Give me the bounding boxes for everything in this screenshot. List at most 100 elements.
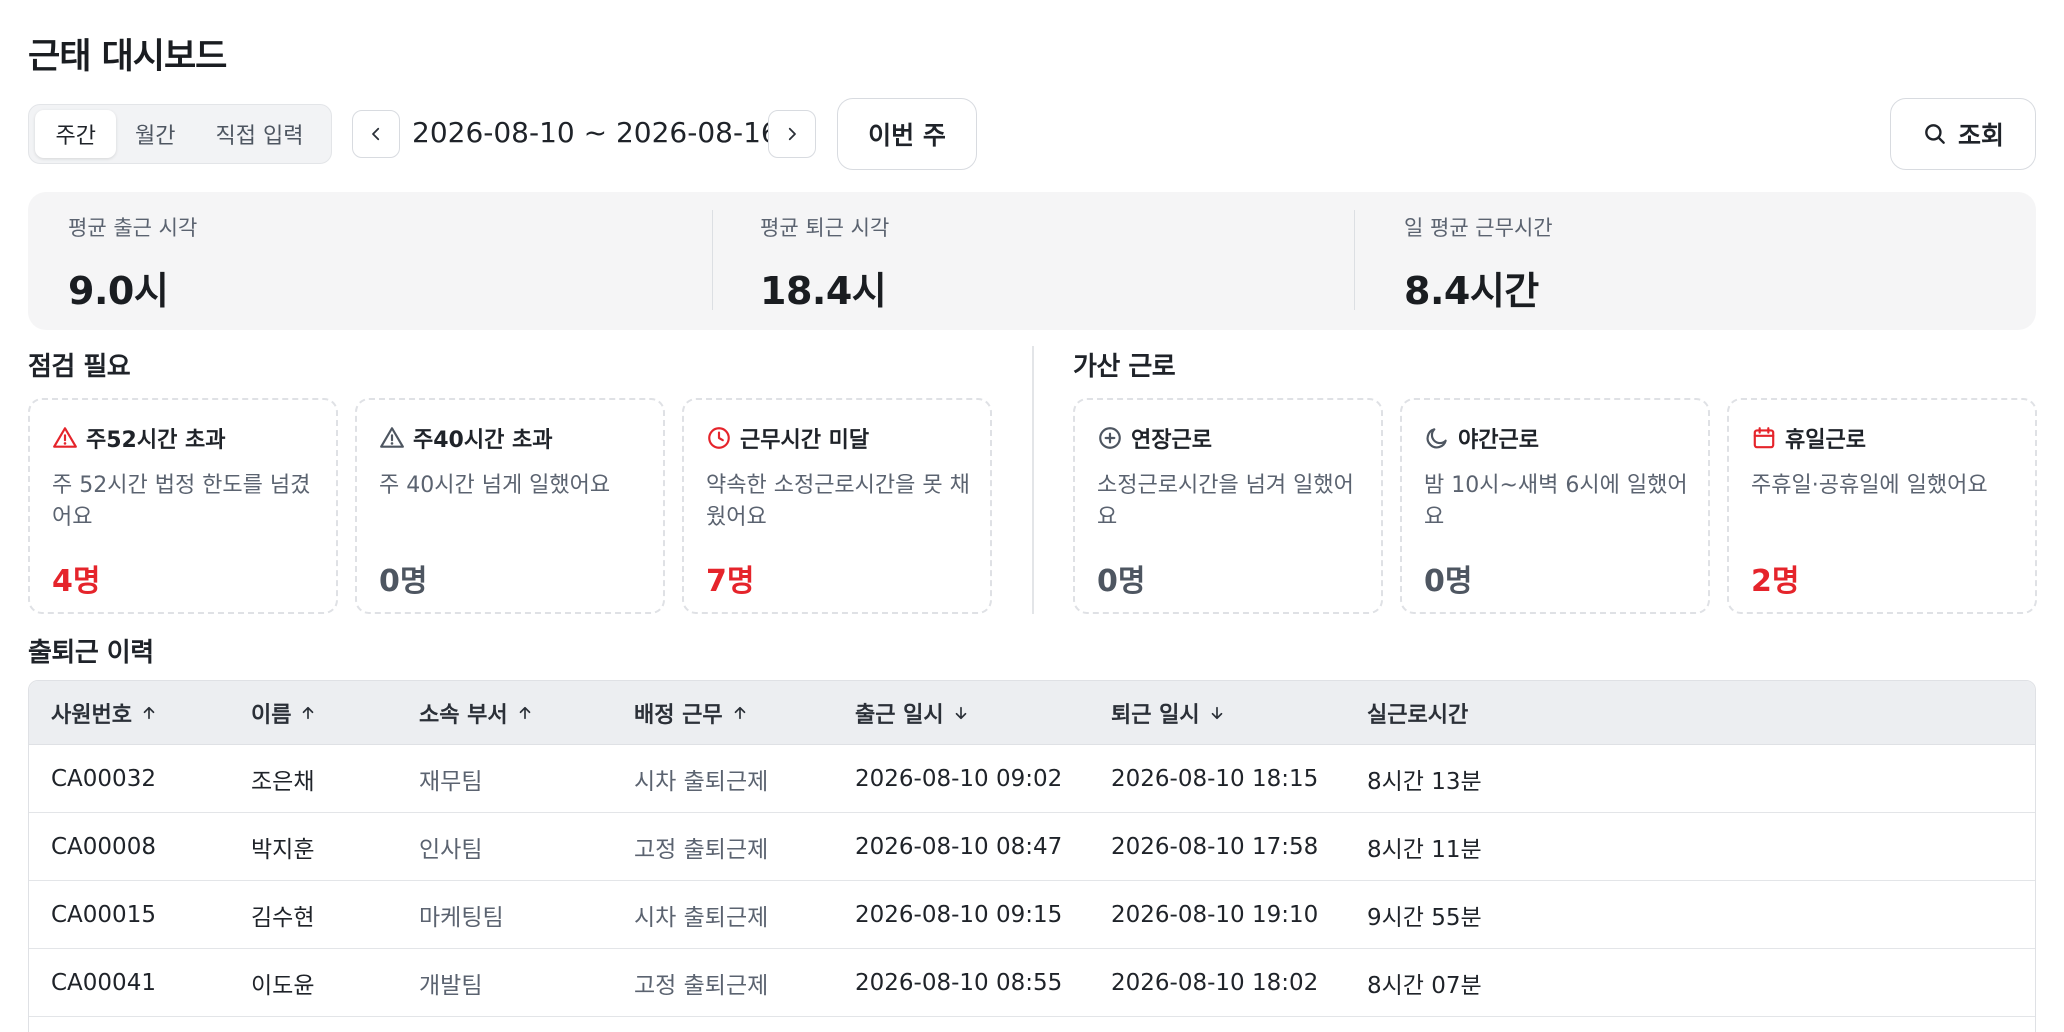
divider xyxy=(712,210,713,310)
divider xyxy=(1354,210,1355,310)
period-tabs: 주간 월간 직접 입력 xyxy=(28,104,332,164)
column-label: 소속 부서 xyxy=(419,702,508,728)
this-week-button[interactable]: 이번 주 xyxy=(837,98,977,170)
cell-department: 재무팀 xyxy=(419,768,483,795)
cell-name: 박지훈 xyxy=(251,836,315,863)
metric-label: 평균 퇴근 시각 xyxy=(760,216,890,240)
next-week-button[interactable] xyxy=(768,110,816,158)
calendar-icon xyxy=(1753,427,1775,449)
clock-icon xyxy=(708,427,730,449)
column-label: 실근로시간 xyxy=(1367,702,1469,728)
sort-arrow-up-icon xyxy=(303,706,314,719)
column-header-clock-in[interactable]: 출근 일시 xyxy=(855,697,970,729)
search-button[interactable]: 조회 xyxy=(1890,98,2036,170)
table-row[interactable]: CA00008 박지훈 인사팀 고정 출퇴근제 2026-08-10 08:47… xyxy=(29,813,2035,881)
cell-assigned-schedule: 고정 출퇴근제 xyxy=(634,836,769,863)
moon-icon xyxy=(1426,428,1447,449)
cell-clock-in: 2026-08-10 08:55 xyxy=(855,969,1063,996)
card-count: 7명 xyxy=(706,564,755,599)
section-divider xyxy=(1032,346,1034,614)
table-row[interactable]: CA00032 조은채 재무팀 시차 출퇴근제 2026-08-10 09:02… xyxy=(29,745,2035,813)
card-over-40-hours[interactable]: 주40시간 초과 주 40시간 넘게 일했어요 0명 xyxy=(355,398,665,614)
card-over-52-hours[interactable]: 주52시간 초과 주 52시간 법정 한도를 넘겼어요 4명 xyxy=(28,398,338,614)
column-header-employee-id[interactable]: 사원번호 xyxy=(51,697,158,729)
cell-clock-in: 2026-08-10 09:02 xyxy=(855,765,1063,792)
cell-clock-out: 2026-08-10 19:10 xyxy=(1111,901,1319,928)
card-description: 주휴일·공휴일에 일했어요 xyxy=(1751,473,1988,498)
card-description: 주 52시간 법정 한도를 넘겼어요 xyxy=(52,473,311,530)
cell-employee-id: CA00041 xyxy=(51,969,156,996)
card-title: 휴일근로 xyxy=(1785,428,1866,453)
date-range: 2026-08-10 ~ 2026-08-16 xyxy=(412,116,779,149)
card-title: 근무시간 미달 xyxy=(740,428,870,453)
card-holiday-work[interactable]: 휴일근로 주휴일·공휴일에 일했어요 2명 xyxy=(1727,398,2037,614)
cell-actual-hours: 9시간 55분 xyxy=(1367,904,1482,931)
card-night-work[interactable]: 야간근로 밤 10시~새벽 6시에 일했어요 0명 xyxy=(1400,398,1710,614)
tab-weekly[interactable]: 주간 xyxy=(35,110,117,158)
sort-arrow-up-icon xyxy=(143,706,155,719)
column-label: 배정 근무 xyxy=(634,702,723,728)
metric-value: 8.4시간 xyxy=(1404,269,1539,313)
card-under-hours[interactable]: 근무시간 미달 약속한 소정근로시간을 못 채웠어요 7명 xyxy=(682,398,992,614)
cell-name: 김수현 xyxy=(251,904,315,931)
card-overtime[interactable]: 연장근로 소정근로시간을 넘겨 일했어요 0명 xyxy=(1073,398,1383,614)
cell-assigned-schedule: 시차 출퇴근제 xyxy=(634,768,769,795)
metric-avg-work-hours: 일 평균 근무시간 8.4시간 xyxy=(1404,212,1553,315)
cell-department: 인사팀 xyxy=(419,836,483,863)
cell-department: 개발팀 xyxy=(419,972,483,999)
cell-clock-out: 2026-08-10 18:02 xyxy=(1111,969,1319,996)
cell-employee-id: CA00008 xyxy=(51,833,156,860)
cell-actual-hours: 8시간 11분 xyxy=(1367,836,1482,863)
cell-actual-hours: 8시간 07분 xyxy=(1367,972,1482,999)
cell-clock-out: 2026-08-10 18:15 xyxy=(1111,765,1319,792)
tab-monthly[interactable]: 월간 xyxy=(116,110,194,158)
tab-custom-range[interactable]: 직접 입력 xyxy=(194,110,325,158)
column-header-clock-out[interactable]: 퇴근 일시 xyxy=(1111,697,1226,729)
cell-assigned-schedule: 고정 출퇴근제 xyxy=(634,972,769,999)
plus-circle-icon xyxy=(1099,427,1121,449)
column-header-actual-hours[interactable]: 실근로시간 xyxy=(1367,697,1468,729)
cell-employee-id: CA00032 xyxy=(51,765,156,792)
card-count: 0명 xyxy=(1424,564,1473,599)
card-title: 연장근로 xyxy=(1131,428,1212,453)
metric-label: 일 평균 근무시간 xyxy=(1404,216,1553,240)
search-button-label: 조회 xyxy=(1957,121,2004,150)
cell-department: 마케팅팀 xyxy=(419,904,504,931)
warning-icon xyxy=(53,427,77,448)
cell-clock-in: 2026-08-10 09:15 xyxy=(855,901,1063,928)
chevron-right-icon xyxy=(788,127,796,141)
sort-arrow-up-icon xyxy=(734,706,745,719)
search-icon xyxy=(1925,124,1945,144)
card-description: 약속한 소정근로시간을 못 채웠어요 xyxy=(706,473,970,530)
table-row[interactable]: CA00041 이도윤 개발팀 고정 출퇴근제 2026-08-10 08:55… xyxy=(29,949,2035,1017)
column-header-department[interactable]: 소속 부서 xyxy=(419,697,534,729)
warning-icon xyxy=(380,427,404,448)
cell-assigned-schedule: 시차 출퇴근제 xyxy=(634,904,769,931)
metric-avg-clock-out: 평균 퇴근 시각 18.4시 xyxy=(760,212,889,315)
summary-panel: 평균 출근 시각 9.0시 평균 퇴근 시각 18.4시 일 평균 근무시간 8… xyxy=(28,192,2036,330)
column-label: 사원번호 xyxy=(51,702,132,728)
cell-clock-in: 2026-08-10 08:47 xyxy=(855,833,1063,860)
table-row[interactable]: CA00015 김수현 마케팅팀 시차 출퇴근제 2026-08-10 09:1… xyxy=(29,881,2035,949)
section-title-check-needed: 점검 필요 xyxy=(28,352,131,382)
prev-week-button[interactable] xyxy=(352,110,400,158)
cell-name: 이도윤 xyxy=(251,972,315,999)
column-header-assigned-schedule[interactable]: 배정 근무 xyxy=(634,697,749,729)
sort-arrow-down-icon xyxy=(955,706,966,719)
table-header: 사원번호 이름 소속 부서 배정 근무 출근 일시 퇴근 일시 실근로시간 xyxy=(29,681,2035,745)
page-title: 근태 대시보드 xyxy=(28,37,227,77)
card-title: 주52시간 초과 xyxy=(86,428,226,453)
sort-arrow-up-icon xyxy=(519,706,530,719)
metric-value: 9.0시 xyxy=(68,269,169,313)
metric-avg-clock-in: 평균 출근 시각 9.0시 xyxy=(68,212,197,315)
card-description: 밤 10시~새벽 6시에 일했어요 xyxy=(1424,473,1688,530)
column-header-name[interactable]: 이름 xyxy=(251,697,317,729)
column-label: 퇴근 일시 xyxy=(1111,702,1200,728)
card-count: 0명 xyxy=(1097,564,1146,599)
card-count: 4명 xyxy=(52,564,101,599)
section-title-extra-work: 가산 근로 xyxy=(1073,352,1176,382)
metric-label: 평균 출근 시각 xyxy=(68,216,198,240)
metric-value: 18.4시 xyxy=(760,269,887,313)
cell-actual-hours: 8시간 13분 xyxy=(1367,768,1482,795)
column-label: 이름 xyxy=(251,702,292,728)
